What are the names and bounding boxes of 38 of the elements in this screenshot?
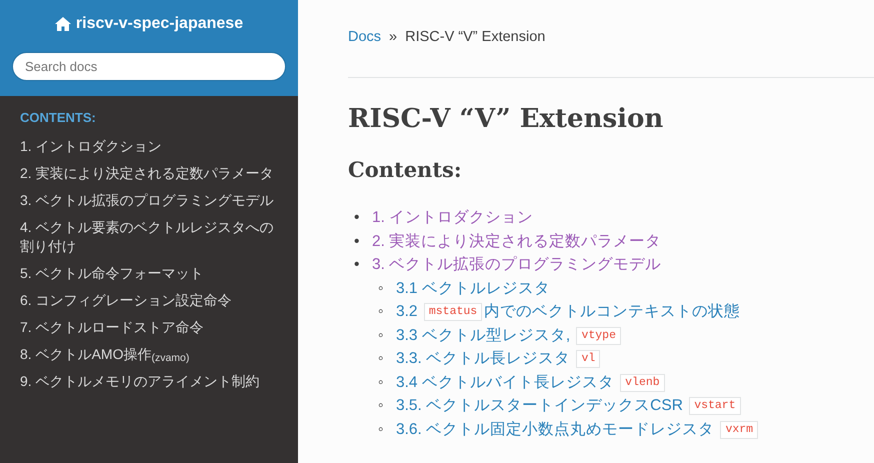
project-title-link[interactable]: riscv-v-spec-japanese xyxy=(54,12,244,36)
toc-link[interactable]: 3.3 ベクトル型レジスタ, vtype xyxy=(396,326,623,344)
list-bullet: ◦ xyxy=(378,396,384,416)
home-icon xyxy=(54,17,71,31)
sidebar-item[interactable]: 6. コンフィグレーション設定命令 xyxy=(0,286,298,314)
toc-link[interactable]: 2. 実装により決定される定数パラメータ xyxy=(372,232,662,250)
toc-link[interactable]: 3.5. ベクトルスタートインデックスCSR vstart xyxy=(396,397,743,414)
section-heading: Contents: xyxy=(348,156,463,182)
toc-link[interactable]: 3.2 mstatus 内でのベクトルコンテキストの状態 xyxy=(396,303,740,320)
sidebar-item[interactable]: 7. ベクトルロードストア命令 xyxy=(0,314,298,340)
breadcrumb-separator: » xyxy=(389,28,398,47)
breadcrumb-current: RISC-V “V” Extension xyxy=(405,28,546,47)
list-bullet: • xyxy=(354,255,360,276)
list-bullet: • xyxy=(354,232,360,252)
sidebar-item[interactable]: 1. イントロダクション xyxy=(0,132,298,160)
toc-link[interactable]: 3.3. ベクトル長レジスタ vl xyxy=(396,350,602,368)
list-bullet: ◦ xyxy=(378,302,384,322)
toc-link[interactable]: 3.1 ベクトルレジスタ xyxy=(396,280,550,297)
list-bullet: ◦ xyxy=(378,326,384,346)
sidebar-item[interactable]: 5. ベクトル命令フォーマット xyxy=(0,260,298,286)
search-field[interactable]: Search docs xyxy=(12,52,286,81)
toc-link[interactable]: 3.6. ベクトル固定小数点丸めモードレジスタ vxrm xyxy=(396,420,760,438)
toc-link[interactable]: 3.4 ベクトルバイト長レジスタ vlenb xyxy=(396,374,667,391)
list-bullet: ◦ xyxy=(378,372,384,393)
sidebar-caption: CONTENTS: xyxy=(19,109,97,127)
toc-link[interactable]: 1. イントロダクション xyxy=(372,209,534,226)
list-bullet: ◦ xyxy=(378,278,384,299)
breadcrumb-link[interactable]: Docs xyxy=(348,27,382,49)
toc-link[interactable]: 3. ベクトル拡張のプログラミングモデル xyxy=(372,256,662,274)
page-title: RISC-V “V” Extension xyxy=(348,104,664,135)
list-bullet: ◦ xyxy=(378,420,384,440)
sidebar-item[interactable]: 4. ベクトル要素のベクトルレジスタへの割り付け xyxy=(0,214,298,260)
list-bullet: ◦ xyxy=(378,349,384,370)
sidebar-item[interactable]: 2. 実装により決定される定数パラメータ xyxy=(0,160,298,186)
sidebar-item[interactable]: 9. ベクトルメモリのアライメント制約 xyxy=(0,368,298,394)
sidebar-item[interactable]: 3. ベクトル拡張のプログラミングモデル xyxy=(0,186,298,214)
list-bullet: • xyxy=(354,208,360,228)
sidebar-item[interactable]: 8. ベクトルAMO操作$_{(zvamo)}$ xyxy=(0,340,298,368)
